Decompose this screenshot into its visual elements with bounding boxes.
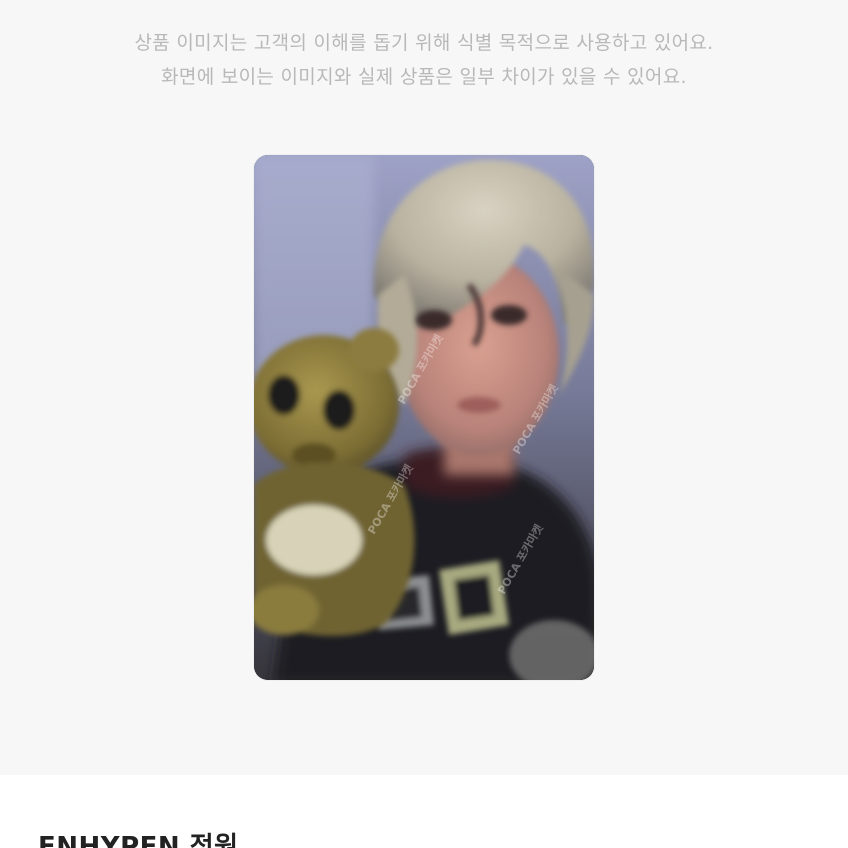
image-disclaimer: 상품 이미지는 고객의 이해를 돕기 위해 식별 목적으로 사용하고 있어요. … bbox=[0, 26, 848, 94]
product-detail-screen: 상품 이미지는 고객의 이해를 돕기 위해 식별 목적으로 사용하고 있어요. … bbox=[0, 0, 848, 848]
product-image-section: 상품 이미지는 고객의 이해를 돕기 위해 식별 목적으로 사용하고 있어요. … bbox=[0, 0, 848, 775]
product-title: ENHYPEN 정원 bbox=[38, 832, 239, 848]
product-photocard-image[interactable]: POCA 포카마켓 POCA 포카마켓 POCA 포카마켓 POCA 포카마켓 bbox=[254, 155, 594, 680]
disclaimer-line-1: 상품 이미지는 고객의 이해를 돕기 위해 식별 목적으로 사용하고 있어요. bbox=[134, 32, 714, 54]
photocard-illustration: POCA 포카마켓 POCA 포카마켓 POCA 포카마켓 POCA 포카마켓 bbox=[254, 155, 594, 680]
disclaimer-line-2: 화면에 보이는 이미지와 실제 상품은 일부 차이가 있을 수 있어요. bbox=[161, 66, 687, 88]
